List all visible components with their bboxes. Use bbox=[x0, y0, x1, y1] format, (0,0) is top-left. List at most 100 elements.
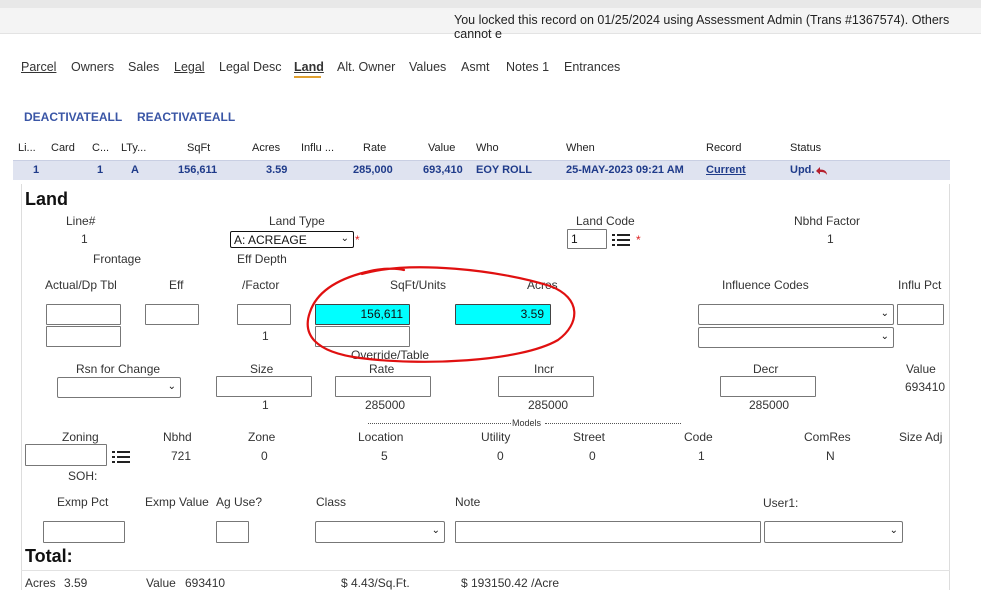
size-label: Size bbox=[250, 362, 274, 376]
eff-depth-label: Eff Depth bbox=[237, 252, 287, 266]
incr-input[interactable] bbox=[498, 376, 594, 397]
tab-entrances[interactable]: Entrances bbox=[564, 60, 620, 74]
land-type-select[interactable]: A: ACREAGE ⌄ bbox=[230, 231, 354, 248]
land-code-input[interactable]: 1 bbox=[567, 229, 607, 249]
user1-select[interactable]: ⌄ bbox=[764, 521, 903, 543]
user1-label: User1: bbox=[763, 496, 799, 510]
tab-values[interactable]: Values bbox=[409, 60, 446, 74]
col-header-ltype[interactable]: LTy... bbox=[121, 142, 146, 154]
size-input[interactable] bbox=[216, 376, 312, 397]
table-row[interactable]: 1 1 A 156,611 3.59 285,000 693,410 EOY R… bbox=[13, 160, 950, 180]
eff-input[interactable] bbox=[145, 304, 199, 325]
utility-label: Utility bbox=[481, 430, 511, 444]
note-label: Note bbox=[455, 495, 481, 509]
undo-icon[interactable] bbox=[815, 166, 828, 176]
required-marker: * bbox=[355, 233, 360, 247]
ag-use-input[interactable] bbox=[216, 521, 249, 543]
influence-code-2-select[interactable]: ⌄ bbox=[698, 327, 894, 348]
tab-legal-desc[interactable]: Legal Desc bbox=[219, 60, 282, 74]
per-sqft-value: $ 4.43/Sq.Ft. bbox=[341, 576, 410, 590]
chevron-down-icon: ⌄ bbox=[880, 308, 889, 319]
total-value-value: 693410 bbox=[185, 576, 226, 590]
tab-alt-owner[interactable]: Alt. Owner bbox=[337, 60, 395, 74]
land-code-label: Land Code bbox=[576, 214, 635, 228]
utility-value: 0 bbox=[497, 449, 504, 463]
influ-pct-label: Influ Pct bbox=[898, 278, 942, 292]
cell-card: 1 bbox=[97, 164, 104, 176]
col-header-card[interactable]: Card bbox=[51, 142, 75, 154]
per-acre-value: $ 193150.42 /Acre bbox=[461, 576, 560, 590]
total-divider bbox=[21, 570, 950, 571]
total-title: Total: bbox=[25, 546, 73, 566]
cell-type: A bbox=[131, 164, 139, 176]
actual-dp-tbl-label: Actual/Dp Tbl bbox=[45, 278, 117, 292]
chevron-down-icon: ⌄ bbox=[880, 331, 889, 342]
influence-code-1-select[interactable]: ⌄ bbox=[698, 304, 894, 325]
class-select[interactable]: ⌄ bbox=[315, 521, 445, 543]
nbhd-factor-label: Nbhd Factor bbox=[794, 214, 861, 228]
col-header-sqft[interactable]: SqFt bbox=[187, 142, 210, 154]
code-value: 1 bbox=[698, 449, 705, 463]
col-header-acres[interactable]: Acres bbox=[252, 142, 280, 154]
col-header-c[interactable]: C... bbox=[92, 142, 109, 154]
list-icon[interactable] bbox=[612, 234, 630, 246]
value-label: Value bbox=[906, 362, 936, 376]
ag-use-label: Ag Use? bbox=[216, 495, 263, 509]
rate-input[interactable] bbox=[335, 376, 431, 397]
tab-active-indicator bbox=[294, 76, 321, 78]
cell-status: Upd. bbox=[790, 164, 815, 176]
zone-label: Zone bbox=[248, 430, 276, 444]
street-value: 0 bbox=[589, 449, 596, 463]
cell-line: 1 bbox=[33, 164, 40, 176]
cell-acres: 3.59 bbox=[266, 164, 288, 176]
reactivate-all-button[interactable]: REACTIVATEALL bbox=[137, 110, 235, 124]
tab-sales[interactable]: Sales bbox=[128, 60, 159, 74]
comres-label: ComRes bbox=[804, 430, 851, 444]
models-divider-right bbox=[545, 423, 681, 424]
lock-message: You locked this record on 01/25/2024 usi… bbox=[454, 13, 950, 41]
col-header-who[interactable]: Who bbox=[476, 142, 499, 154]
zoning-input[interactable] bbox=[25, 444, 107, 466]
total-acres-value: 3.59 bbox=[64, 576, 88, 590]
factor-label: /Factor bbox=[242, 278, 280, 292]
record-current-link[interactable]: Current bbox=[706, 164, 746, 176]
frontage-label: Frontage bbox=[93, 252, 142, 266]
dp-tbl-input[interactable] bbox=[46, 326, 121, 347]
deactivate-all-button[interactable]: DEACTIVATEALL bbox=[24, 110, 122, 124]
influ-pct-input[interactable] bbox=[897, 304, 944, 325]
total-acres-label: Acres bbox=[25, 576, 56, 590]
lock-banner: You locked this record on 01/25/2024 usi… bbox=[0, 8, 981, 41]
rsn-for-change-select[interactable]: ⌄ bbox=[57, 377, 181, 398]
actual-input[interactable] bbox=[46, 304, 121, 325]
cell-who: EOY ROLL bbox=[476, 164, 533, 176]
tab-notes-1[interactable]: Notes 1 bbox=[506, 60, 549, 74]
influence-codes-label: Influence Codes bbox=[722, 278, 809, 292]
factor-value: 1 bbox=[262, 329, 269, 343]
rate-value: 285000 bbox=[365, 398, 406, 412]
col-header-when[interactable]: When bbox=[566, 142, 595, 154]
tab-parcel[interactable]: Parcel bbox=[21, 60, 56, 74]
col-header-rate[interactable]: Rate bbox=[363, 142, 386, 154]
tab-land[interactable]: Land bbox=[294, 60, 324, 74]
list-icon[interactable] bbox=[112, 451, 130, 463]
exmp-pct-input[interactable] bbox=[43, 521, 125, 543]
col-header-value[interactable]: Value bbox=[428, 142, 455, 154]
required-marker: * bbox=[636, 233, 641, 247]
tab-legal[interactable]: Legal bbox=[174, 60, 205, 74]
col-header-influ[interactable]: Influ ... bbox=[301, 142, 334, 154]
note-input[interactable] bbox=[455, 521, 761, 543]
col-header-status[interactable]: Status bbox=[790, 142, 821, 154]
tab-asmt[interactable]: Asmt bbox=[461, 60, 489, 74]
tab-owners[interactable]: Owners bbox=[71, 60, 114, 74]
factor-input[interactable] bbox=[237, 304, 291, 325]
class-label: Class bbox=[316, 495, 347, 509]
chevron-down-icon: ⌄ bbox=[889, 525, 898, 536]
decr-input[interactable] bbox=[720, 376, 816, 397]
exmp-value-label: Exmp Value bbox=[145, 495, 209, 509]
code-label: Code bbox=[684, 430, 713, 444]
street-label: Street bbox=[573, 430, 606, 444]
exmp-pct-label: Exmp Pct bbox=[57, 495, 109, 509]
toolbar-strip bbox=[0, 0, 981, 8]
col-header-line[interactable]: Li... bbox=[18, 142, 36, 154]
col-header-record[interactable]: Record bbox=[706, 142, 741, 154]
